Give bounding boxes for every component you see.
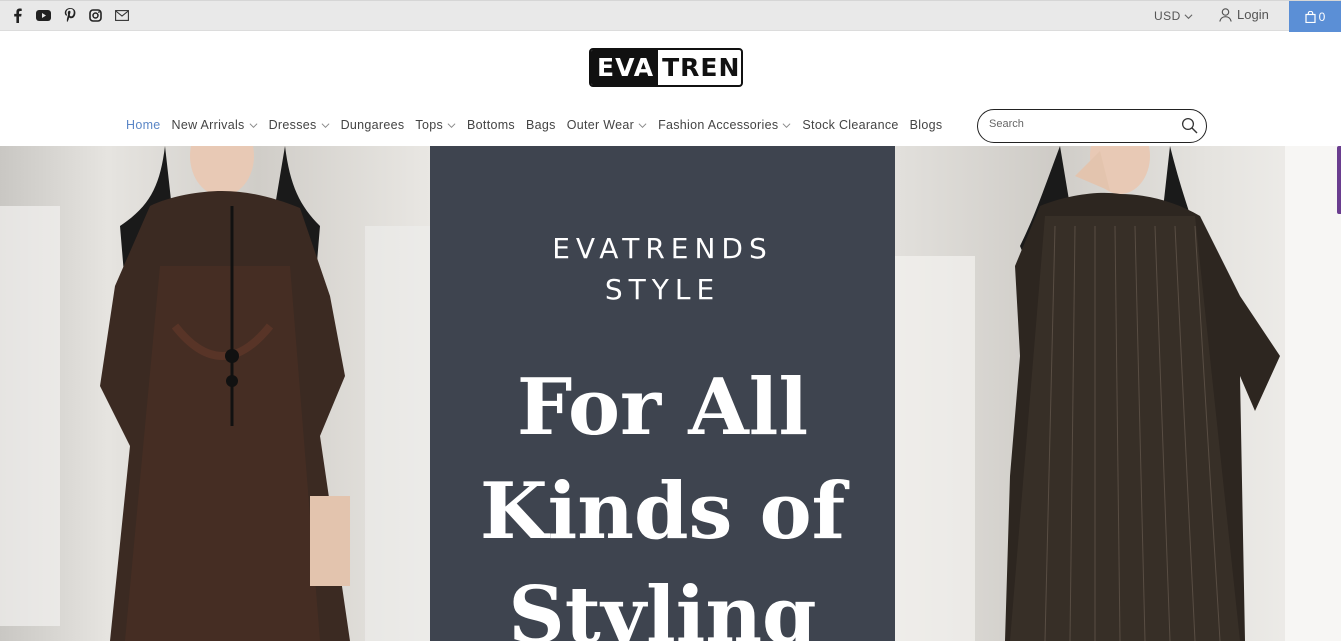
main-nav: Home New Arrivals Dresses Dungarees Tops Bott… (126, 118, 942, 132)
nav-item-new-arrivals[interactable]: New Arrivals (172, 118, 258, 132)
hero-headline-line1: For All (516, 362, 809, 453)
cart-count: 0 (1318, 9, 1326, 24)
nav-item-dungarees[interactable]: Dungarees (341, 118, 405, 132)
nav-item-home[interactable]: Home (126, 118, 161, 132)
logo-part-eva: EVA (591, 50, 659, 85)
social-links (10, 7, 129, 23)
logo-part-trends: TRENDS (662, 53, 741, 82)
top-bar: USD Login 0 (0, 0, 1341, 32)
mail-icon[interactable] (114, 7, 129, 23)
search-box (977, 109, 1207, 143)
hero-headline-line3: Styling (508, 570, 817, 641)
hero-text-panel: EVATRENDS STYLE For All Kinds of Styling (430, 146, 895, 641)
chevron-down-icon (249, 122, 258, 128)
nav-item-bottoms[interactable]: Bottoms (467, 118, 515, 132)
hero-photo-left (0, 146, 430, 641)
chevron-down-icon (447, 122, 456, 128)
currency-label: USD (1154, 9, 1181, 23)
nav-item-blogs[interactable]: Blogs (910, 118, 943, 132)
currency-selector[interactable]: USD (1154, 9, 1193, 23)
hero-headline: For All Kinds of Styling (430, 356, 895, 641)
hero-photo-right (895, 146, 1341, 641)
facebook-icon[interactable] (10, 7, 25, 23)
chevron-down-icon (1184, 13, 1193, 19)
chevron-down-icon (782, 122, 791, 128)
nav-item-label: Dungarees (340, 118, 405, 132)
nav-item-label: Bottoms (467, 118, 515, 132)
nav-item-label: Blogs (909, 118, 943, 132)
nav-item-label: Home (126, 118, 161, 132)
bag-icon (1305, 10, 1316, 23)
login-label: Login (1237, 7, 1269, 22)
nav-item-tops[interactable]: Tops (415, 118, 456, 132)
hero-brand-line2: STYLE (604, 273, 721, 306)
nav-item-label: Outer Wear (566, 118, 635, 132)
chevron-down-icon (321, 122, 330, 128)
search-icon[interactable] (1181, 117, 1198, 134)
nav-item-label: Stock Clearance (802, 118, 899, 132)
hero-headline-line2: Kinds of (479, 466, 846, 557)
nav-item-fashion-accessories[interactable]: Fashion Accessories (658, 118, 791, 132)
nav-item-label: Tops (415, 118, 444, 132)
cart-button[interactable]: 0 (1289, 1, 1341, 32)
nav-item-dresses[interactable]: Dresses (269, 118, 330, 132)
side-tab-accent[interactable] (1337, 146, 1341, 214)
nav-item-label: Bags (525, 118, 556, 132)
site-logo[interactable]: EVA TRENDS (589, 48, 743, 87)
nav-item-bags[interactable]: Bags (526, 118, 556, 132)
nav-item-label: Dresses (268, 118, 317, 132)
nav-item-label: Fashion Accessories (658, 118, 779, 132)
chevron-down-icon (638, 122, 647, 128)
user-icon (1219, 7, 1232, 22)
nav-item-label: New Arrivals (171, 118, 245, 132)
login-link[interactable]: Login (1219, 7, 1269, 22)
pinterest-icon[interactable] (62, 7, 77, 23)
hero-brand-line1: EVATRENDS (552, 232, 773, 265)
instagram-icon[interactable] (88, 7, 103, 23)
nav-item-stock-clearance[interactable]: Stock Clearance (802, 118, 898, 132)
hero-banner[interactable]: EVATRENDS STYLE For All Kinds of Styling (0, 146, 1341, 641)
search-input[interactable] (989, 118, 1169, 130)
youtube-icon[interactable] (36, 7, 51, 23)
nav-item-outer-wear[interactable]: Outer Wear (567, 118, 647, 132)
hero-brand: EVATRENDS STYLE (430, 228, 895, 310)
